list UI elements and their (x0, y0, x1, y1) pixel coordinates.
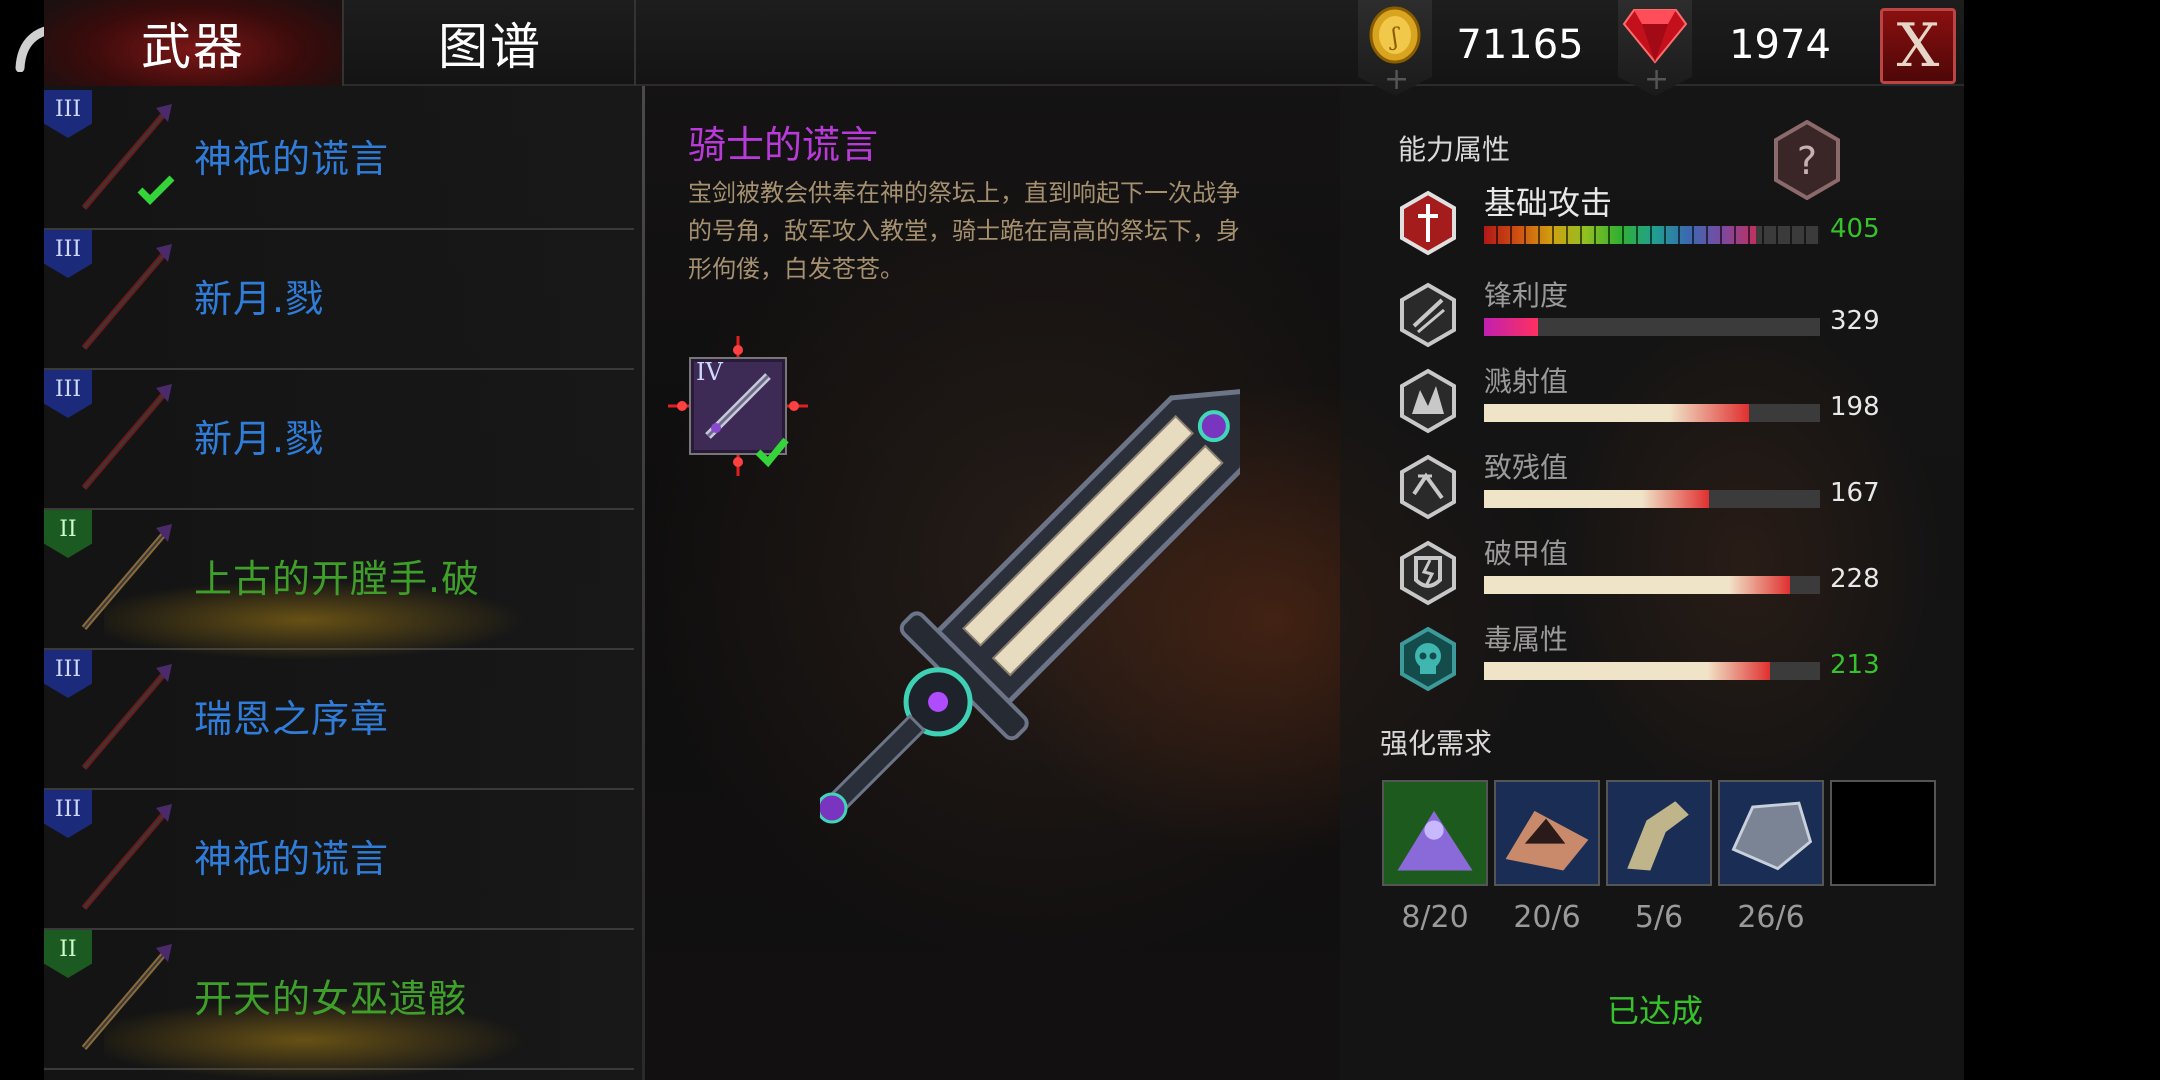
sharpness-icon (1400, 282, 1456, 348)
cripple-icon (1400, 454, 1456, 520)
screen: 武器 图谱 ʃ + 71165 + 1974 X 骑士的谎言 宝剑被教会供奉在神… (0, 0, 2160, 1080)
stat-value: 167 (1830, 478, 1880, 508)
weapon-thumbnail-icon (81, 944, 172, 1050)
weapon-list-item[interactable]: III 瑞恩之序章 (44, 650, 634, 790)
stat-name: 破甲值 (1484, 537, 1569, 570)
stat-name: 基础攻击 (1484, 184, 1613, 222)
weapon-list-item[interactable]: III 神祇的谎言 (44, 90, 634, 230)
stat-bar (1484, 576, 1820, 594)
stat-name: 致残值 (1484, 451, 1569, 484)
stat-bar-fill (1484, 404, 1750, 422)
stat-name: 毒属性 (1484, 623, 1569, 656)
requirement-slot[interactable] (1830, 780, 1936, 886)
bone-claw-icon (1608, 782, 1710, 884)
requirements-section-title: 强化需求 (1380, 727, 1493, 760)
weapon-thumbnail-icon (81, 524, 172, 630)
stat-value: 228 (1830, 564, 1880, 594)
requirements-status: 已达成 (1606, 992, 1703, 1030)
dark-stone-icon (1720, 782, 1822, 884)
requirement-count: 20/6 (1513, 900, 1581, 935)
weapon-thumbnail-icon (81, 804, 172, 910)
purple-dust-icon (1384, 782, 1486, 884)
requirement-slot[interactable] (1606, 780, 1712, 886)
stat-row: 锋利度 329 (1398, 279, 1958, 362)
requirement-slot[interactable] (1494, 780, 1600, 886)
weapon-name: 神祇的谎言 (194, 837, 390, 881)
weapon-name: 新月.戮 (194, 277, 325, 321)
weapon-thumbnail-icon (81, 384, 172, 490)
red-ore-icon (1496, 782, 1598, 884)
tier-card-frame-icon (668, 336, 808, 476)
stat-bar-fill (1484, 490, 1710, 508)
gem-count: 1974 (1729, 22, 1831, 68)
weapon-name: 上古的开膛手.破 (194, 557, 481, 601)
attack-icon (1400, 190, 1456, 256)
close-button[interactable]: X (1880, 8, 1956, 84)
stat-row: 致残值 167 (1398, 451, 1958, 534)
stat-value: 405 (1830, 214, 1880, 244)
poison-skull-icon (1400, 626, 1456, 692)
empty-slot (1832, 782, 1934, 884)
armor-break-icon (1400, 540, 1456, 606)
stat-bar-fill (1484, 318, 1538, 336)
gem-add-button[interactable]: + (1618, 0, 1692, 97)
tab-weapons[interactable]: 武器 (44, 0, 344, 86)
ruby-gem-icon (1622, 9, 1688, 64)
weapon-thumbnail-icon (81, 244, 172, 350)
item-description: 宝剑被教会供奉在神的祭坛上，直到响起下一次战争的号角，敌军攻入教堂，骑士跪在高高… (688, 179, 1240, 283)
stat-bar (1484, 226, 1820, 244)
stat-row: 破甲值 228 (1398, 537, 1958, 620)
help-icon[interactable]: ? (1772, 120, 1842, 200)
stat-bar (1484, 404, 1820, 422)
stat-row: 溅射值 198 (1398, 365, 1958, 448)
splash-icon (1400, 368, 1456, 434)
requirement-slot[interactable] (1718, 780, 1824, 886)
item-title: 骑士的谎言 (688, 123, 879, 167)
stat-bar (1484, 662, 1820, 680)
weapon-name: 开天的女巫遗骸 (194, 977, 468, 1021)
weapon-list-item[interactable]: II 上古的开膛手.破 (44, 510, 634, 660)
stat-bar-fill (1484, 576, 1790, 594)
tab-atlas[interactable]: 图谱 (346, 0, 636, 86)
tier-card[interactable]: IV (668, 336, 808, 476)
stat-row: 基础攻击 405 (1398, 184, 1958, 270)
weapon-list-item[interactable]: II 开天的女巫遗骸 (44, 930, 634, 1080)
gold-count: 71165 (1456, 22, 1584, 68)
requirement-count: 5/6 (1634, 900, 1684, 935)
stat-bar-fill (1484, 662, 1770, 680)
stats-section-title: 能力属性 (1398, 133, 1511, 166)
panel-divider (642, 86, 645, 1080)
greatsword-illustration (820, 388, 1240, 824)
stat-row: 毒属性 213 (1398, 623, 1958, 706)
tier-numeral: IV (696, 358, 723, 386)
gold-coin-icon: ʃ (1369, 6, 1421, 64)
stat-value: 213 (1830, 650, 1880, 680)
weapon-list-item[interactable]: III 神祇的谎言 (44, 790, 634, 930)
weapon-list-item[interactable]: III 新月.戮 (44, 230, 634, 370)
weapon-name: 新月.戮 (194, 417, 325, 461)
requirement-slot[interactable] (1382, 780, 1488, 886)
equipped-check-icon (137, 175, 175, 205)
weapon-name: 神祇的谎言 (194, 137, 390, 181)
gold-add-button[interactable]: ʃ + (1358, 0, 1432, 97)
requirement-count: 26/6 (1737, 900, 1805, 935)
stat-bar (1484, 318, 1820, 336)
weapon-thumbnail-icon (81, 664, 172, 770)
stat-bar (1484, 490, 1820, 508)
stat-value: 198 (1830, 392, 1880, 422)
weapon-list-item[interactable]: III 新月.戮 (44, 370, 634, 510)
stat-value: 329 (1830, 306, 1880, 336)
stat-name: 溅射值 (1484, 365, 1569, 398)
stat-name: 锋利度 (1484, 279, 1569, 312)
requirement-count: 8/20 (1401, 900, 1469, 935)
segment-overlay (1484, 226, 1820, 244)
svg-text:?: ? (1797, 139, 1817, 183)
weapon-name: 瑞恩之序章 (194, 697, 390, 741)
